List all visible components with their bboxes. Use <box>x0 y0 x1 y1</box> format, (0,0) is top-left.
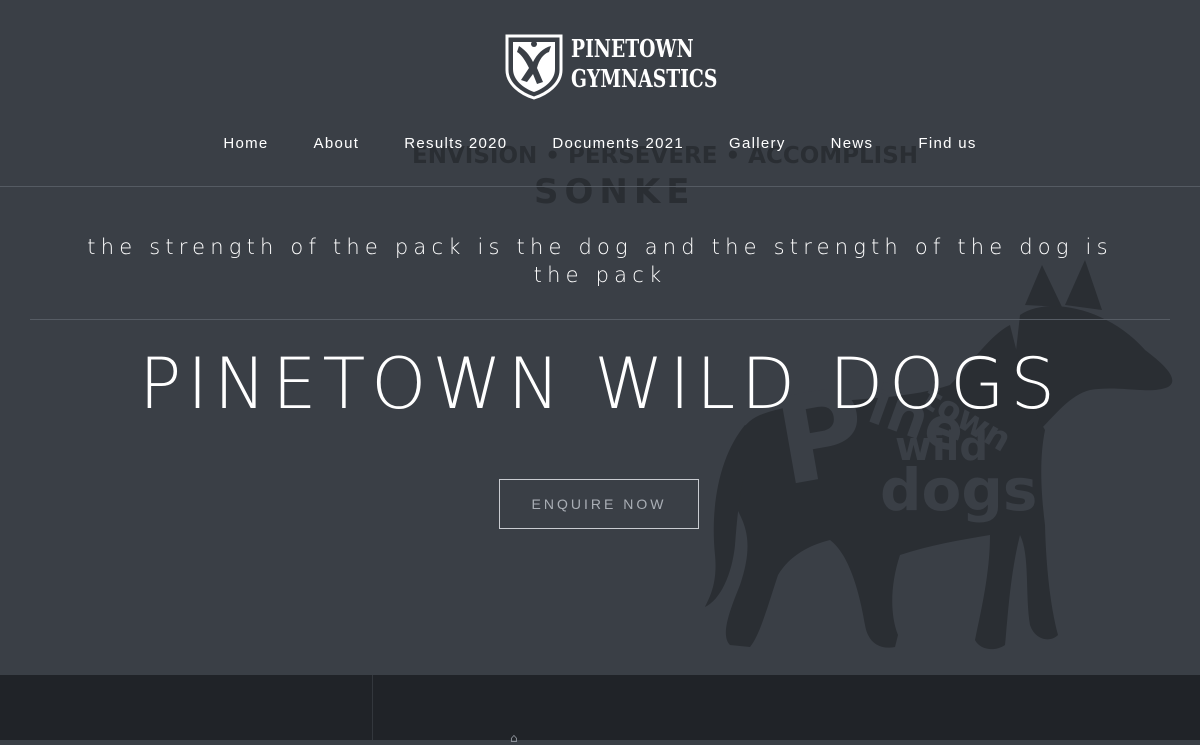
nav-item-about[interactable]: About <box>291 132 382 156</box>
brand-line-2: GYMNASTICS <box>571 64 718 93</box>
enquire-now-button[interactable]: ENQUIRE NOW <box>499 479 699 529</box>
footer-section: ⌂ <box>0 675 1200 745</box>
content-divider <box>30 319 1170 320</box>
nav-item-gallery[interactable]: Gallery <box>707 132 809 156</box>
wild-dog-watermark-image: P ine town wild dogs <box>705 260 1173 650</box>
brand-wordmark: PINETOWN GYMNASTICS <box>571 34 717 94</box>
hero-tagline: the strength of the pack is the dog and … <box>87 235 1113 287</box>
pinetown-gymnastics-logo[interactable]: PINETOWN GYMNASTICS <box>503 32 717 100</box>
hero-headline: PINETOWN WILD DOGS <box>139 343 1061 425</box>
nav-divider <box>0 186 1200 187</box>
background-sonke: SONKE <box>534 172 696 212</box>
nav-item-results-2020[interactable]: Results 2020 <box>382 132 530 156</box>
hero-section: ENVISION • PERSEVERE • ACCOMPLISH SONKE … <box>0 0 1200 675</box>
brand-line-1: PINETOWN <box>571 34 694 63</box>
home-icon: ⌂ <box>510 731 518 745</box>
nav-item-news[interactable]: News <box>808 132 896 156</box>
svg-text:dogs: dogs <box>880 456 1037 524</box>
gymnast-shield-icon <box>505 34 563 100</box>
footer-divider <box>372 675 373 740</box>
main-navigation: Home About Results 2020 Documents 2021 G… <box>0 132 1200 156</box>
nav-item-find-us[interactable]: Find us <box>896 132 999 156</box>
nav-item-home[interactable]: Home <box>201 132 291 156</box>
nav-item-documents-2021[interactable]: Documents 2021 <box>530 132 707 156</box>
